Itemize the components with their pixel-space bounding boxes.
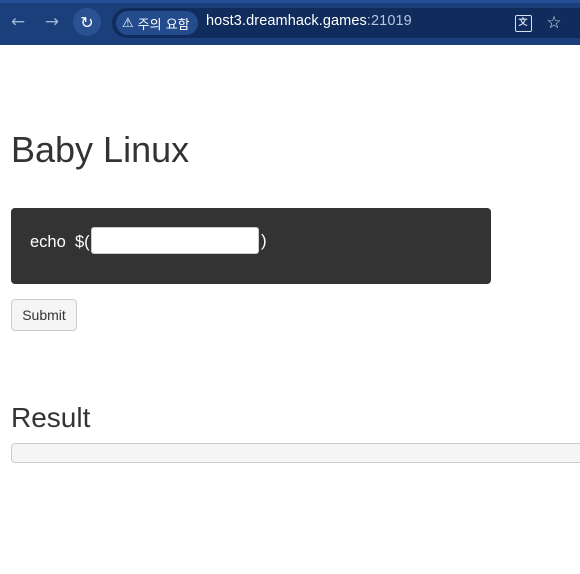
security-chip[interactable]: ⚠ 주의 요함 <box>116 11 198 35</box>
submit-button[interactable]: Submit <box>11 299 77 331</box>
url-port: :21019 <box>366 13 412 29</box>
bookmark-star-icon[interactable]: ☆ <box>542 11 566 35</box>
command-panel: echo $( ) <box>11 208 491 284</box>
url-text[interactable]: host3.dreamhack.games:21019 <box>206 13 412 29</box>
security-label: 주의 요함 <box>137 17 190 33</box>
browser-toolbar: ← → ↻ ⚠ 주의 요함 host3.dreamhack.games:2101… <box>0 0 580 45</box>
echo-suffix-label: ) <box>261 231 267 250</box>
translate-glyph: 文 <box>514 14 532 32</box>
toolbar-top-edge <box>0 0 580 3</box>
result-output <box>11 443 580 463</box>
back-icon[interactable]: ← <box>4 8 32 36</box>
translate-icon[interactable]: 文 <box>511 11 535 35</box>
url-host: host3.dreamhack.games <box>206 13 367 29</box>
command-input[interactable] <box>91 227 259 254</box>
reload-icon[interactable]: ↻ <box>73 8 101 36</box>
forward-icon[interactable]: → <box>38 8 66 36</box>
warning-icon: ⚠ <box>122 15 134 31</box>
echo-prefix-label: echo $( <box>30 233 90 251</box>
page-title: Baby Linux <box>11 129 190 170</box>
result-title: Result <box>11 402 91 433</box>
